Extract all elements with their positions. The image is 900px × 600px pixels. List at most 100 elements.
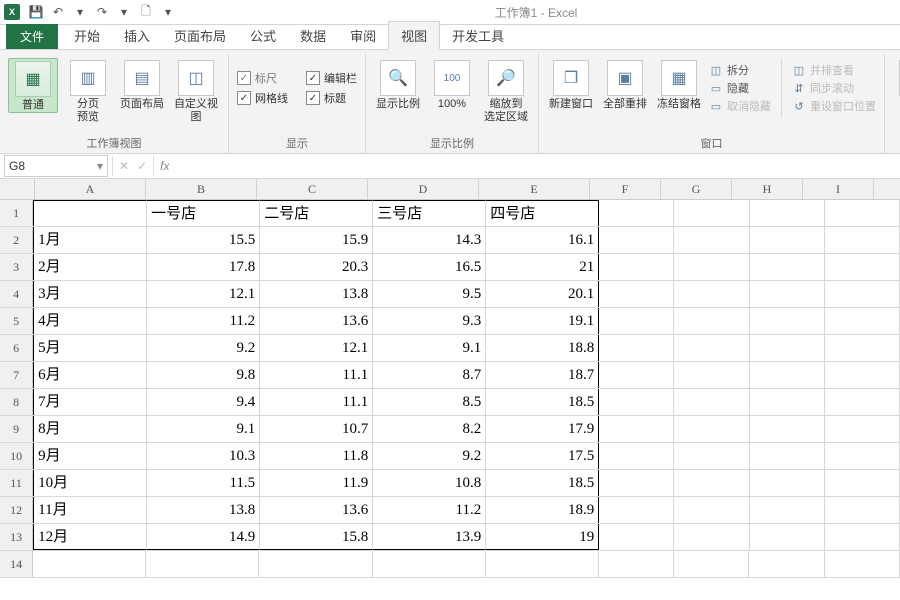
cell[interactable]: 20.3 (260, 254, 373, 280)
cell[interactable]: 7月 (33, 389, 147, 415)
row-header[interactable]: 11 (0, 470, 33, 496)
cell[interactable] (749, 551, 824, 577)
cell[interactable]: 15.8 (260, 524, 373, 550)
cell[interactable] (33, 200, 147, 226)
cell[interactable] (674, 524, 749, 550)
cell[interactable]: 8.7 (373, 362, 486, 388)
cell[interactable] (750, 308, 825, 334)
split-button[interactable]: ◫拆分 (709, 62, 771, 78)
tab-formulas[interactable]: 公式 (238, 22, 288, 49)
cell[interactable] (750, 416, 825, 442)
cell[interactable]: 18.5 (486, 389, 599, 415)
cell[interactable]: 11月 (33, 497, 147, 523)
chk-gridlines[interactable]: ✓网格线 (237, 90, 288, 106)
cell[interactable] (750, 443, 825, 469)
cell[interactable] (674, 470, 749, 496)
cell[interactable]: 8月 (33, 416, 147, 442)
view-pagebreak-button[interactable]: ▥ 分页 预览 (64, 58, 112, 124)
name-box[interactable]: G8 ▾ (4, 155, 108, 177)
row-header[interactable]: 10 (0, 443, 33, 469)
cell[interactable]: 6月 (33, 362, 147, 388)
cell[interactable] (599, 470, 674, 496)
cell[interactable] (373, 551, 486, 577)
cell[interactable]: 11.2 (147, 308, 260, 334)
view-pagelayout-button[interactable]: ▤ 页面布局 (118, 58, 166, 111)
tab-developer[interactable]: 开发工具 (440, 22, 516, 49)
cell[interactable] (825, 524, 900, 550)
cell[interactable] (259, 551, 372, 577)
cell[interactable] (674, 443, 749, 469)
cell[interactable]: 13.8 (147, 497, 260, 523)
cell[interactable] (750, 227, 825, 253)
cell[interactable]: 18.5 (486, 470, 599, 496)
cell[interactable] (825, 416, 900, 442)
cell[interactable]: 9月 (33, 443, 147, 469)
cell[interactable]: 11.1 (260, 362, 373, 388)
cell[interactable] (825, 254, 900, 280)
cell[interactable] (674, 551, 749, 577)
arrange-all-button[interactable]: ▣ 全部重排 (601, 58, 649, 111)
cell[interactable] (750, 524, 825, 550)
cell[interactable] (674, 281, 749, 307)
row-header[interactable]: 6 (0, 335, 33, 361)
cell[interactable] (825, 227, 900, 253)
cell[interactable]: 17.5 (486, 443, 599, 469)
cell[interactable] (750, 335, 825, 361)
save-icon[interactable]: 💾 (28, 4, 44, 20)
row-header[interactable]: 7 (0, 362, 33, 388)
formula-input[interactable] (175, 156, 900, 176)
cell[interactable]: 10月 (33, 470, 147, 496)
col-header-C[interactable]: C (257, 179, 368, 199)
cell[interactable]: 9.2 (373, 443, 486, 469)
cell[interactable] (599, 497, 674, 523)
row-header[interactable]: 4 (0, 281, 33, 307)
tab-data[interactable]: 数据 (288, 22, 338, 49)
cell[interactable]: 21 (486, 254, 599, 280)
cell[interactable]: 10.3 (147, 443, 260, 469)
cell[interactable]: 9.2 (147, 335, 260, 361)
tab-insert[interactable]: 插入 (112, 22, 162, 49)
cell[interactable] (33, 551, 146, 577)
syncscroll-button[interactable]: ⇵同步滚动 (792, 80, 876, 96)
cell[interactable] (674, 389, 749, 415)
chk-ruler[interactable]: ✓标尺 (237, 70, 288, 86)
cell[interactable]: 三号店 (373, 200, 486, 226)
switch-window-button[interactable]: ❏ 切换窗 (893, 58, 900, 111)
tab-review[interactable]: 审阅 (338, 22, 388, 49)
cell[interactable] (486, 551, 599, 577)
sidebyside-button[interactable]: ◫并排查看 (792, 62, 876, 78)
cell[interactable]: 12.1 (147, 281, 260, 307)
cell[interactable]: 11.8 (260, 443, 373, 469)
cell[interactable] (825, 200, 900, 226)
cell[interactable] (750, 200, 825, 226)
cell[interactable]: 4月 (33, 308, 147, 334)
cell[interactable] (599, 335, 674, 361)
cell[interactable] (674, 227, 749, 253)
zoom-selection-button[interactable]: 🔎 缩放到 选定区域 (482, 58, 530, 124)
cell[interactable]: 15.9 (260, 227, 373, 253)
row-header[interactable]: 9 (0, 416, 33, 442)
cell[interactable]: 16.1 (486, 227, 599, 253)
cell[interactable] (825, 470, 900, 496)
tab-file[interactable]: 文件 (6, 24, 58, 49)
cell[interactable] (599, 362, 674, 388)
col-header-G[interactable]: G (661, 179, 732, 199)
cell[interactable]: 9.8 (147, 362, 260, 388)
cell[interactable]: 10.7 (260, 416, 373, 442)
cell[interactable] (674, 362, 749, 388)
cell[interactable] (146, 551, 259, 577)
cell[interactable]: 9.3 (373, 308, 486, 334)
cell[interactable] (750, 497, 825, 523)
chk-formulabar[interactable]: ✓编辑栏 (306, 70, 357, 86)
cell[interactable]: 11.2 (373, 497, 486, 523)
cell[interactable] (750, 362, 825, 388)
fx-icon[interactable]: fx (154, 159, 175, 173)
col-header-B[interactable]: B (146, 179, 257, 199)
row-header[interactable]: 2 (0, 227, 33, 253)
cell[interactable] (674, 308, 749, 334)
cell[interactable]: 19.1 (486, 308, 599, 334)
cancel-icon[interactable]: ✕ (119, 159, 129, 173)
cell[interactable] (599, 254, 674, 280)
row-header[interactable]: 14 (0, 551, 33, 577)
col-header-H[interactable]: H (732, 179, 803, 199)
